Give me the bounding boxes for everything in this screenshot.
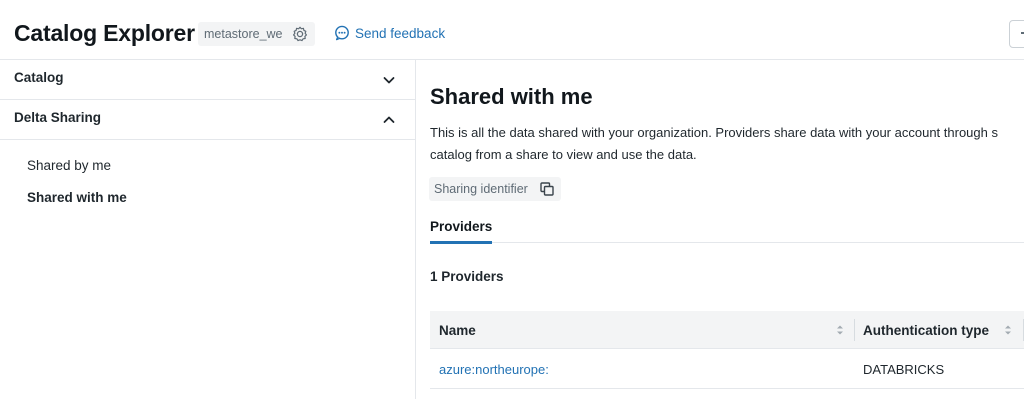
sidebar-item-shared-with-me[interactable]: Shared with me [27, 190, 127, 205]
page-description: This is all the data shared with your or… [430, 122, 1024, 166]
column-divider [854, 319, 855, 341]
column-header-auth-type[interactable]: Authentication type [863, 323, 989, 338]
sidebar-section-catalog[interactable]: Catalog [0, 60, 415, 100]
header-action-button[interactable] [1009, 20, 1024, 48]
gear-icon[interactable] [291, 25, 309, 43]
description-line: catalog from a share to view and use the… [430, 147, 697, 162]
chevron-down-icon [383, 77, 395, 84]
sidebar: Catalog Delta Sharing Shared by me Share… [0, 60, 416, 399]
provider-auth-type: DATABRICKS [863, 362, 945, 377]
metastore-chip: metastore_we [198, 22, 315, 46]
sidebar-section-label: Delta Sharing [14, 110, 102, 125]
page-header: Catalog Explorer metastore_we Send feedb… [0, 0, 1024, 60]
column-header-name[interactable]: Name [439, 323, 476, 338]
table-row[interactable]: azure:northeurope: DATABRICKS [430, 349, 1024, 389]
send-feedback-label: Send feedback [355, 25, 446, 41]
sidebar-item-shared-by-me[interactable]: Shared by me [27, 158, 111, 173]
tab-bar: Providers [430, 210, 1024, 244]
app-title: Catalog Explorer [14, 20, 195, 46]
page-title: Shared with me [430, 84, 593, 109]
sidebar-section-delta-sharing[interactable]: Delta Sharing [0, 100, 415, 140]
table-header: Name Authentication type [430, 311, 1024, 349]
sidebar-section-label: Catalog [14, 70, 64, 85]
description-line: This is all the data shared with your or… [430, 125, 998, 140]
sort-icon[interactable] [835, 323, 845, 337]
providers-table: Name Authentication type azure:northeuro… [430, 311, 1024, 389]
chat-bubble-icon [335, 25, 349, 41]
provider-name-link[interactable]: azure:northeurope: [439, 362, 549, 377]
copy-icon[interactable] [538, 180, 556, 198]
sort-icon[interactable] [1003, 323, 1013, 337]
chevron-up-icon [383, 116, 395, 123]
tab-providers[interactable]: Providers [430, 219, 493, 244]
send-feedback-link[interactable]: Send feedback [334, 25, 445, 41]
metastore-name: metastore_we [204, 27, 283, 41]
main-content: Shared with me This is all the data shar… [417, 60, 1024, 399]
sharing-identifier-chip: Sharing identifier [429, 177, 561, 201]
providers-count: 1 Providers [430, 269, 504, 284]
sharing-identifier-label: Sharing identifier [434, 182, 528, 196]
